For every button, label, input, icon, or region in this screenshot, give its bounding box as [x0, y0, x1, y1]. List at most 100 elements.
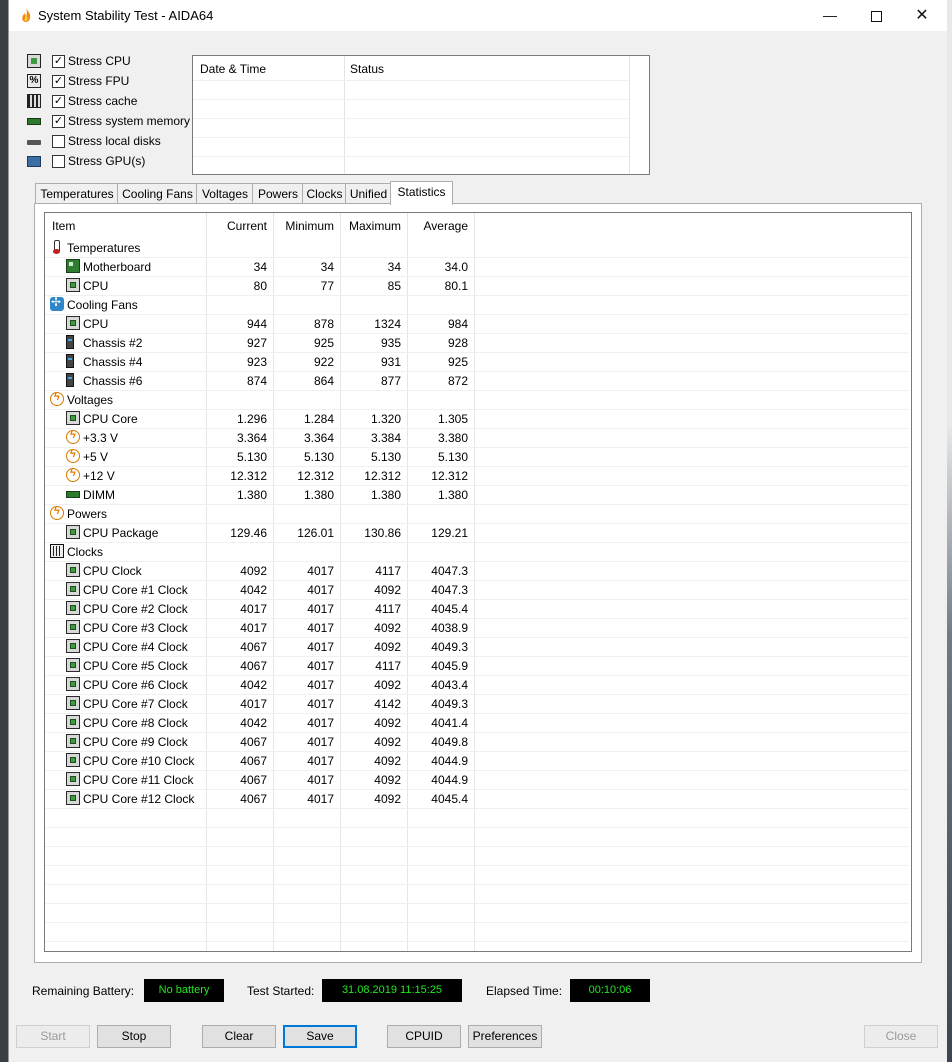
cell-average: 4044.9 [431, 754, 468, 768]
tab-clocks[interactable]: Clocks [302, 183, 347, 204]
table-row[interactable]: CPU Core #7 Clock 4017 4017 4142 4049.3 [45, 694, 909, 714]
table-group-row[interactable]: Clocks [45, 542, 909, 562]
row-label: CPU Core [83, 412, 138, 426]
table-row[interactable]: CPU Core #12 Clock 4067 4017 4092 4045.4 [45, 789, 909, 809]
tab-powers[interactable]: Powers [252, 183, 304, 204]
log-header-datetime[interactable]: Date & Time [200, 62, 266, 76]
cell-current: 874 [246, 374, 267, 388]
cell-maximum: 85 [387, 279, 401, 293]
cpu-icon [66, 677, 80, 691]
cell-current: 944 [246, 317, 267, 331]
table-row[interactable]: CPU Core 1.296 1.284 1.320 1.305 [45, 409, 909, 429]
cell-maximum: 1324 [374, 317, 401, 331]
column-header-current[interactable]: Current [207, 219, 267, 233]
cell-minimum: 4017 [307, 792, 334, 806]
stress-option-label[interactable]: Stress FPU [68, 74, 129, 88]
close-window-button[interactable]: ✕ [899, 0, 945, 31]
column-header-average[interactable]: Average [407, 219, 468, 233]
table-group-row[interactable]: Powers [45, 504, 909, 524]
checkbox[interactable]: ✓ [52, 75, 65, 88]
cell-average: 1.380 [437, 488, 468, 502]
table-row[interactable]: +12 V 12.312 12.312 12.312 12.312 [45, 466, 909, 486]
table-row[interactable]: CPU Core #9 Clock 4067 4017 4092 4049.8 [45, 732, 909, 752]
stress-option-label[interactable]: Stress local disks [68, 134, 161, 148]
log-panel[interactable]: Date & Time Status [192, 55, 650, 175]
cell-current: 4067 [240, 754, 267, 768]
cell-maximum: 4092 [374, 640, 401, 654]
stop-button[interactable]: Stop [97, 1025, 171, 1048]
cell-current: 4092 [240, 564, 267, 578]
table-row[interactable]: CPU Core #5 Clock 4067 4017 4117 4045.9 [45, 656, 909, 676]
checkbox[interactable] [52, 135, 65, 148]
preferences-button[interactable]: Preferences [468, 1025, 542, 1048]
column-header-maximum[interactable]: Maximum [340, 219, 401, 233]
stress-option-label[interactable]: Stress cache [68, 94, 137, 108]
minimize-button[interactable]: — [807, 0, 853, 31]
row-label: +3.3 V [83, 431, 119, 445]
table-group-row[interactable]: Cooling Fans [45, 295, 909, 315]
table-row[interactable]: Chassis #4 923 922 931 925 [45, 352, 909, 372]
cell-average: 4047.3 [431, 564, 468, 578]
checkbox[interactable] [52, 155, 65, 168]
tab-cooling-fans[interactable]: Cooling Fans [117, 183, 198, 204]
table-row[interactable]: +3.3 V 3.364 3.364 3.384 3.380 [45, 428, 909, 448]
table-row[interactable]: CPU Core #11 Clock 4067 4017 4092 4044.9 [45, 770, 909, 790]
table-row[interactable]: CPU 80 77 85 80.1 [45, 276, 909, 296]
table-row[interactable]: Chassis #2 927 925 935 928 [45, 333, 909, 353]
save-button[interactable]: Save [283, 1025, 357, 1048]
checkbox[interactable]: ✓ [52, 95, 65, 108]
statistics-table[interactable]: Item Current Minimum Maximum Average Tem… [44, 212, 912, 952]
stress-option-label[interactable]: Stress system memory [68, 114, 190, 128]
table-row[interactable]: Chassis #6 874 864 877 872 [45, 371, 909, 391]
table-row[interactable]: CPU Core #8 Clock 4042 4017 4092 4041.4 [45, 713, 909, 733]
cell-average: 4049.3 [431, 640, 468, 654]
table-row[interactable]: CPU Clock 4092 4017 4117 4047.3 [45, 561, 909, 581]
cell-minimum: 864 [313, 374, 334, 388]
close-button[interactable]: Close [864, 1025, 938, 1048]
table-row[interactable]: CPU Core #4 Clock 4067 4017 4092 4049.3 [45, 637, 909, 657]
stress-option-label[interactable]: Stress GPU(s) [68, 154, 145, 168]
checkbox[interactable]: ✓ [52, 55, 65, 68]
tab-statistics[interactable]: Statistics [390, 181, 453, 205]
voltage-icon [50, 505, 64, 520]
table-group-row[interactable]: Temperatures [45, 238, 909, 258]
battery-label: Remaining Battery: [32, 984, 135, 998]
table-row[interactable]: CPU Core #3 Clock 4017 4017 4092 4038.9 [45, 618, 909, 638]
clear-button[interactable]: Clear [202, 1025, 276, 1048]
cell-maximum: 4117 [375, 564, 401, 578]
empty-row [45, 827, 909, 847]
log-header-status[interactable]: Status [350, 62, 384, 76]
column-header-item[interactable]: Item [52, 219, 75, 233]
table-row[interactable]: CPU Package 129.46 126.01 130.86 129.21 [45, 523, 909, 543]
cpuid-button[interactable]: CPUID [387, 1025, 461, 1048]
tab-temperatures[interactable]: Temperatures [35, 183, 119, 204]
tab-voltages[interactable]: Voltages [196, 183, 254, 204]
checkbox[interactable]: ✓ [52, 115, 65, 128]
maximize-button[interactable] [853, 0, 899, 31]
table-row[interactable]: CPU Core #1 Clock 4042 4017 4092 4047.3 [45, 580, 909, 600]
stress-option-label[interactable]: Stress CPU [68, 54, 131, 68]
table-row[interactable]: CPU Core #2 Clock 4017 4017 4117 4045.4 [45, 599, 909, 619]
row-label: CPU [83, 317, 109, 331]
cell-minimum: 4017 [307, 602, 334, 616]
table-row[interactable]: CPU Core #6 Clock 4042 4017 4092 4043.4 [45, 675, 909, 695]
table-row[interactable]: DIMM 1.380 1.380 1.380 1.380 [45, 485, 909, 505]
table-row[interactable]: +5 V 5.130 5.130 5.130 5.130 [45, 447, 909, 467]
table-row[interactable]: CPU 944 878 1324 984 [45, 314, 909, 334]
cpu-icon [66, 563, 80, 577]
title-bar[interactable]: System Stability Test - AIDA64 — ✕ [9, 0, 947, 31]
column-header-minimum[interactable]: Minimum [273, 219, 334, 233]
tab-unified[interactable]: Unified [345, 183, 392, 204]
table-row[interactable]: Motherboard 34 34 34 34.0 [45, 257, 909, 277]
stability-test-window: System Stability Test - AIDA64 — ✕ ✓ Stre… [8, 0, 947, 1062]
log-row-divider [193, 118, 629, 119]
start-button[interactable]: Start [16, 1025, 90, 1048]
cell-minimum: 4017 [307, 697, 334, 711]
row-label: DIMM [83, 488, 115, 502]
table-row[interactable]: CPU Core #10 Clock 4067 4017 4092 4044.9 [45, 751, 909, 771]
motherboard-icon [66, 259, 80, 273]
row-label: Temperatures [67, 241, 141, 255]
cell-current: 4017 [240, 697, 267, 711]
table-group-row[interactable]: Voltages [45, 390, 909, 410]
row-label: Clocks [67, 545, 104, 559]
